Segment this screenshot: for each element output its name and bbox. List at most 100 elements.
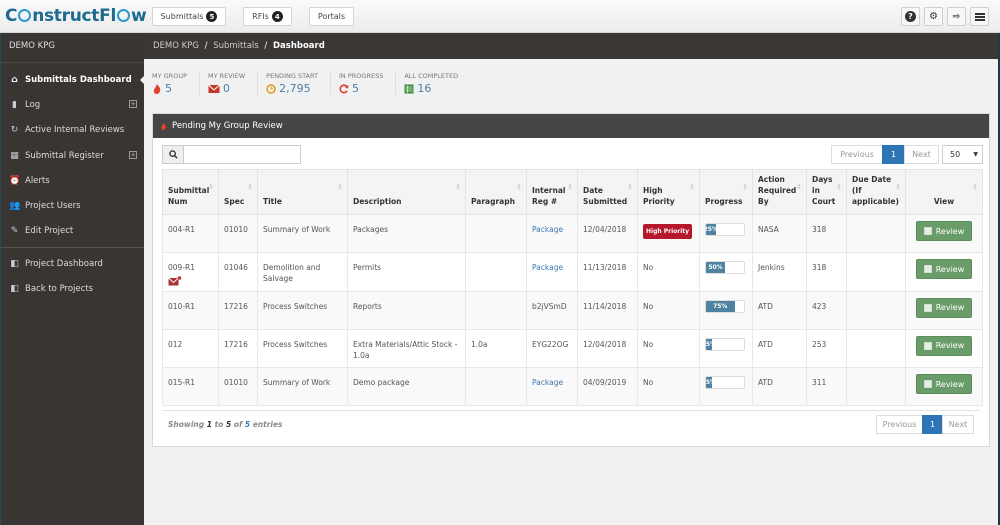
review-button[interactable]: Review	[916, 221, 972, 241]
review-button[interactable]: Review	[916, 259, 972, 280]
panel-header: Pending My Group Review	[153, 114, 989, 138]
stat-pending-start[interactable]: PENDING START 2,795	[266, 72, 332, 95]
fire-icon	[161, 122, 166, 130]
review-button[interactable]: Review	[916, 374, 972, 395]
sort-icon[interactable]: ⇕	[337, 182, 343, 193]
column-header[interactable]: Internal Reg # ⇕	[526, 169, 578, 215]
pagination-next[interactable]: Next	[942, 415, 974, 434]
progress-fill: 75%	[706, 300, 735, 312]
pagination-page-1[interactable]: 1	[882, 145, 905, 164]
sidebar-item-project-users[interactable]: 👥 Project Users	[1, 193, 144, 218]
table-row: 015-R1 01010 Summary of Work Demo package Pa…	[162, 367, 983, 407]
stat-my-group[interactable]: MY GROUP 5	[152, 72, 200, 95]
stat-my-review[interactable]: MY REVIEW 0	[208, 72, 259, 95]
breadcrumb: DEMO KPG / Submittals / Dashboard	[144, 33, 1000, 59]
help-button[interactable]: ?	[901, 7, 920, 26]
topnav-rfis-button[interactable]: RFIs 4	[243, 7, 292, 26]
page-length-select[interactable]: 50 ▼	[942, 145, 983, 164]
internal-reg-link[interactable]: Package	[532, 263, 563, 272]
column-header[interactable]: Action Required By ⇕	[752, 169, 807, 215]
sidebar-item-submittals-dashboard[interactable]: ⌂ Submittals Dashboard	[1, 67, 145, 92]
sort-icon[interactable]: ⇕	[796, 182, 802, 193]
topnav-portals-button[interactable]: Portals	[309, 7, 354, 26]
menu-icon	[974, 12, 985, 21]
sort-icon[interactable]: ⇕	[516, 182, 522, 193]
spec: 17216	[224, 339, 248, 349]
stat-all-completed[interactable]: ALL COMPLETED 16	[404, 72, 470, 95]
sidebar-item-alerts[interactable]: ⏰ Alerts	[1, 168, 144, 193]
envelope-icon	[208, 84, 220, 93]
internal-reg-link[interactable]: Package	[532, 225, 563, 234]
sort-icon[interactable]: ⇕	[455, 182, 461, 193]
list-icon	[923, 303, 932, 312]
sort-icon[interactable]: ⇕	[247, 182, 253, 193]
stat-in-progress[interactable]: IN PROGRESS 5	[339, 72, 397, 95]
back-arrow-icon: ◧	[10, 284, 19, 295]
column-header[interactable]: Progress ⇕	[699, 169, 753, 215]
sidebar-item-log[interactable]: ▮ Log +	[1, 92, 144, 117]
spec: 01010	[224, 225, 248, 234]
column-header[interactable]: Date Submitted ⇕	[577, 169, 638, 215]
pagination-page-1[interactable]: 1	[922, 415, 943, 434]
unread-mail-icon[interactable]	[168, 276, 182, 286]
submittal-num: 012	[168, 339, 183, 349]
sign-out-button[interactable]: ⇨	[947, 7, 966, 26]
list-icon	[923, 341, 932, 350]
menu-button[interactable]	[970, 7, 989, 26]
home-icon: ⌂	[11, 74, 18, 85]
settings-button[interactable]: ⚙	[924, 7, 943, 26]
sidebar-item-project-dashboard[interactable]: ◧ Project Dashboard	[1, 251, 144, 276]
alarm-clock-icon: ⏰	[9, 175, 21, 186]
sidebar-item-active-internal-reviews[interactable]: ↻ Active Internal Reviews	[1, 118, 144, 143]
progress-fill: 25%	[706, 224, 716, 235]
sort-icon[interactable]: ⇕	[836, 182, 842, 193]
column-header[interactable]: View ⇕	[905, 169, 983, 215]
count-badge: 5	[206, 11, 218, 22]
priority: No	[643, 301, 654, 311]
pagination-previous[interactable]: Previous	[831, 145, 883, 164]
days-in-court: 253	[812, 339, 827, 349]
sort-icon[interactable]: ⇕	[208, 182, 214, 193]
review-button[interactable]: Review	[916, 297, 972, 318]
search-input[interactable]	[184, 145, 301, 164]
info-from: 1	[206, 420, 212, 429]
list-icon	[923, 265, 932, 274]
breadcrumb-separator: /	[204, 41, 208, 51]
sidebar-item-edit-project[interactable]: ✎ Edit Project	[1, 219, 144, 244]
sort-icon[interactable]: ⇕	[567, 182, 573, 193]
expand-icon[interactable]: +	[129, 100, 137, 109]
column-header[interactable]: Days in Court ⇕	[806, 169, 847, 215]
sort-icon[interactable]: ⇕	[627, 182, 633, 193]
internal-reg-link[interactable]: Package	[532, 378, 563, 387]
action-required-by: NASA	[758, 225, 779, 234]
fire-icon	[153, 83, 161, 94]
column-header[interactable]: Paragraph ⇕	[465, 169, 527, 215]
breadcrumb-item[interactable]: Submittals	[213, 41, 258, 51]
breadcrumb-item[interactable]: DEMO KPG	[153, 41, 199, 51]
topnav-submittals-button[interactable]: Submittals 5	[152, 7, 226, 26]
pagination-next[interactable]: Next	[904, 145, 939, 164]
sidebar-item-submittal-register[interactable]: ▦ Submittal Register +	[1, 143, 144, 168]
sort-icon[interactable]: ⇕	[895, 182, 901, 193]
column-header[interactable]: Description ⇕	[347, 169, 466, 215]
sidebar-item-back-to-projects[interactable]: ◧ Back to Projects	[1, 276, 144, 301]
column-header[interactable]: Due Date (If applicable) ⇕	[846, 169, 906, 215]
internal-reg: b2jVSmD	[532, 301, 567, 311]
expand-icon[interactable]: +	[129, 150, 137, 159]
table-header-row: Submittal Num ⇕ Spec ⇕ Title ⇕ Description ⇕ Par…	[162, 169, 983, 215]
logo[interactable]: CnstructFl w	[5, 6, 147, 26]
review-label: Review	[935, 226, 965, 236]
pagination-previous[interactable]: Previous	[876, 415, 923, 434]
column-header-label: Days in Court	[812, 175, 836, 206]
column-header[interactable]: Title ⇕	[257, 169, 348, 215]
sort-icon[interactable]: ⇕	[972, 182, 978, 193]
column-header[interactable]: Submittal Num ⇕	[162, 169, 219, 215]
column-header[interactable]: Spec ⇕	[218, 169, 258, 215]
review-label: Review	[935, 303, 965, 313]
review-button[interactable]: Review	[916, 335, 972, 356]
sort-icon[interactable]: ⇕	[689, 182, 695, 193]
sort-icon[interactable]: ⇕	[742, 182, 748, 193]
column-header[interactable]: High Priority ⇕	[637, 169, 700, 215]
date-submitted: 11/13/2018	[583, 263, 627, 273]
progress-bar: 75%	[705, 299, 745, 313]
